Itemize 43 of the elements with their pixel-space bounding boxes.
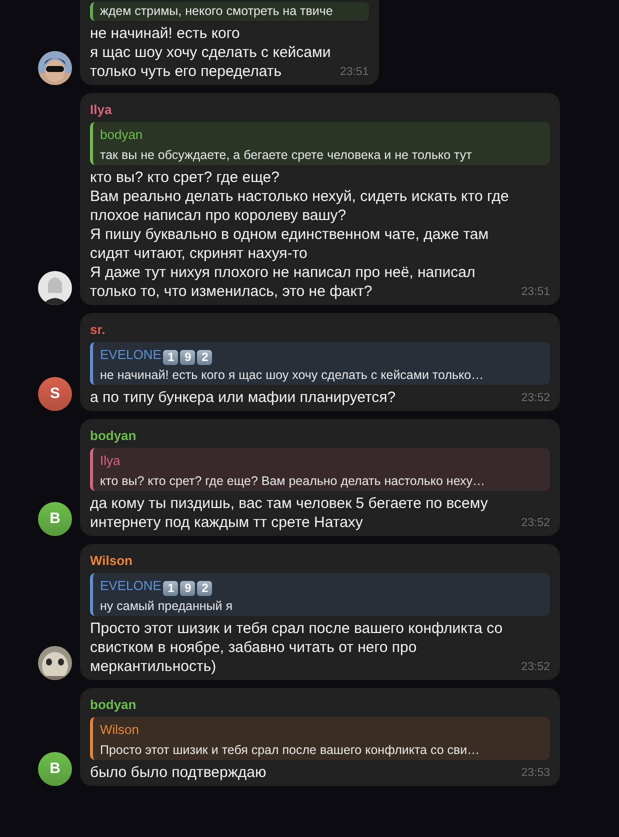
message-time: 23:51 xyxy=(340,64,369,80)
keycap-emoji: 1 xyxy=(163,580,178,596)
reply-author: EVELONE xyxy=(100,347,162,363)
message-text: а по типу бункера или мафии планируется? xyxy=(90,388,397,407)
message-time: 23:52 xyxy=(521,516,550,531)
avatar: B xyxy=(38,752,72,786)
keycap-emoji: 9 xyxy=(180,580,196,596)
sender-name: Ilya xyxy=(90,102,112,118)
message-time: 23:52 xyxy=(521,660,550,675)
message-time: 23:53 xyxy=(521,766,550,781)
message-text: было было подтверждаю xyxy=(90,763,268,782)
message-text: кто вы? кто срет? где еще? Вам реально делать настолько нехуй, сидеть искать кто где плохое написал про королеву вашу? Я пишу буквально в одном единственном чате, даже там сидят читают, скринят нахуя-то Я даже тут нихуя плохого не написал про неё, написал только то, что изменилась, это не факт? xyxy=(90,168,510,301)
reply-text: ждем стримы, некого смотреть на твиче xyxy=(100,3,334,19)
reply-author: bodyan xyxy=(100,127,143,143)
sender-name: bodyan xyxy=(90,428,136,444)
reply-text: ну самый преданный я xyxy=(100,598,234,614)
reply-quote[interactable]: bodyan так вы не обсуждаете, а бегаете срете человека и не только тут xyxy=(90,122,550,165)
reply-text: не начинай! есть кого я щас шоу хочу сделать с кейсами только… xyxy=(100,367,485,383)
reply-author: Wilson xyxy=(100,722,140,738)
keycap-emoji: 2 xyxy=(197,350,212,364)
reply-author: Ilya xyxy=(100,453,120,469)
reply-quote[interactable]: ждем стримы, некого смотреть на твиче xyxy=(90,2,369,21)
sender-name: bodyan xyxy=(90,697,136,713)
reply-quote[interactable]: EVELONE 1 9 2 не начинай! есть кого я щас шоу хочу сделать с кейсами только… xyxy=(90,342,550,385)
sender-name: sr. xyxy=(90,322,106,338)
message-text: Просто этот шизик и тебя срал после вашего конфликта со свистком в ноябре, забавно читать от него про меркантильность) xyxy=(90,619,504,676)
reply-quote[interactable]: EVELONE 1 9 2 ну самый преданный я xyxy=(90,573,550,616)
keycap-emoji: 2 xyxy=(197,580,212,596)
keycap-emoji: 1 xyxy=(163,350,178,364)
reply-quote[interactable]: Wilson Просто этот шизик и тебя срал после вашего конфликта со сви… xyxy=(90,717,550,760)
reply-text: так вы не обсуждаете, а бегаете срете человека и не только тут xyxy=(100,147,473,163)
reply-text: кто вы? кто срет? где еще? Вам реально делать настолько неху… xyxy=(100,473,486,489)
message-time: 23:51 xyxy=(521,284,550,300)
keycap-emoji: 9 xyxy=(180,350,196,364)
message-time: 23:52 xyxy=(521,390,550,406)
reply-text: Просто этот шизик и тебя срал после вашего конфликта со сви… xyxy=(100,742,481,758)
reply-quote[interactable]: Ilya кто вы? кто срет? где еще? Вам реально делать настолько неху… xyxy=(90,448,550,491)
message-text: не начинай! есть кого я щас шоу хочу сделать с кейсами только чуть его переделать xyxy=(90,24,331,81)
avatar: S xyxy=(38,377,72,411)
sender-name: Wilson xyxy=(90,553,132,569)
avatar: B xyxy=(38,502,72,536)
message-text: да кому ты пиздишь, вас там человек 5 бегаете по всему интернету под каждым тт срете Натаху xyxy=(90,494,489,532)
reply-author: EVELONE xyxy=(100,578,162,594)
